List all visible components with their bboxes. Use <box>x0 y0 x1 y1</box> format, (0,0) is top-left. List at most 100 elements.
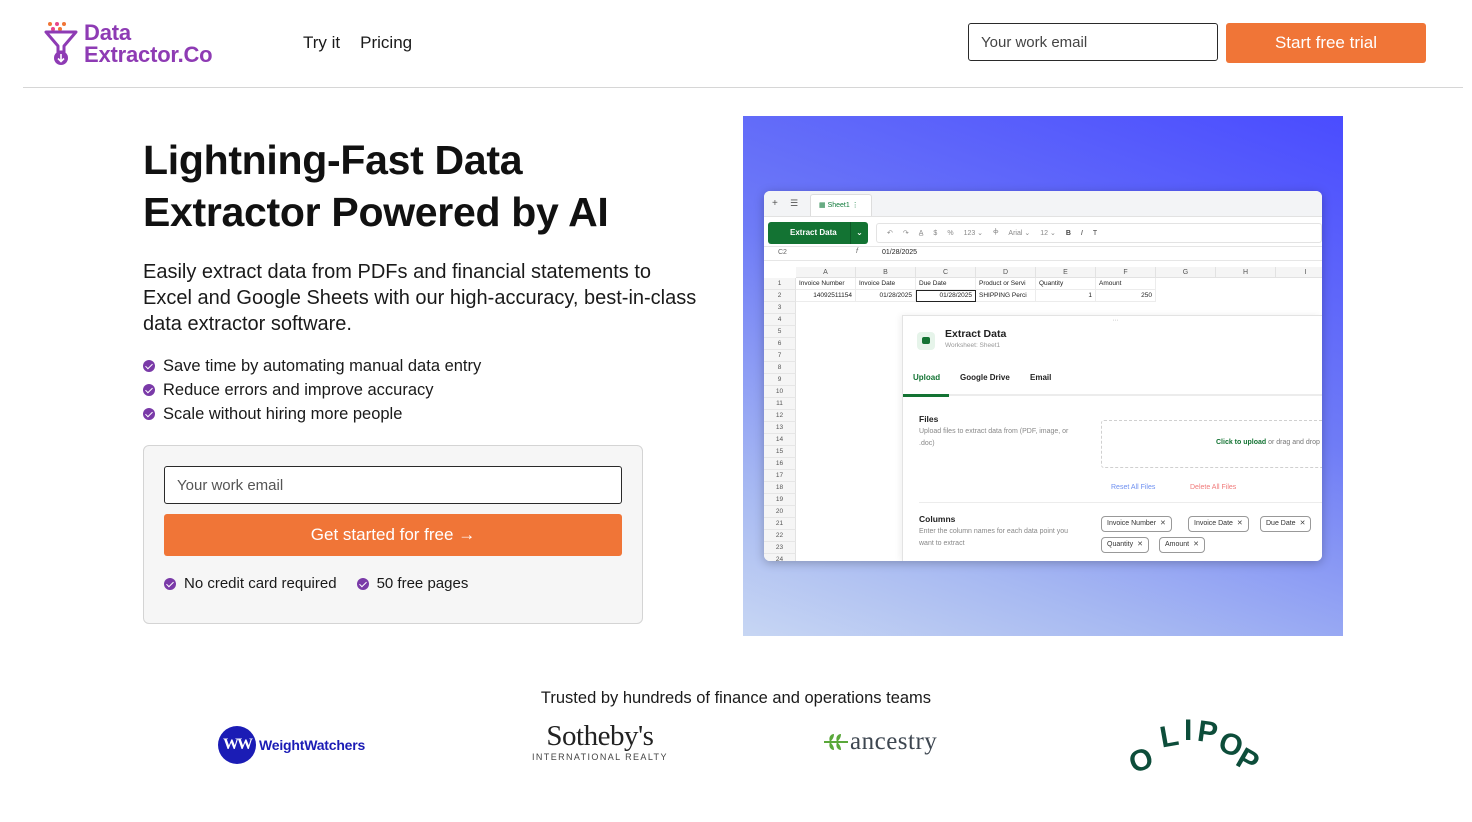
column-header: G <box>1156 267 1216 278</box>
sheet-cell: Invoice Number <box>796 278 856 290</box>
svg-text:P: P <box>1195 716 1219 750</box>
signup-email-input[interactable] <box>164 466 622 504</box>
row-header: 23 <box>764 542 796 554</box>
sheet-cell: 250 <box>1096 290 1156 302</box>
row-header: 6 <box>764 338 796 350</box>
italic-icon: I <box>1080 229 1083 237</box>
benefit-item: Save time by automating manual data entr… <box>143 354 481 378</box>
sheet-cell: Amount <box>1096 278 1156 290</box>
column-chip: Quantity ✕ <box>1101 537 1149 553</box>
row-header: 21 <box>764 518 796 530</box>
row-header: 4 <box>764 314 796 326</box>
column-header: B <box>856 267 916 278</box>
note-free-pages: 50 free pages <box>356 575 468 592</box>
tab-email: Email <box>1030 373 1052 382</box>
leaf-icon <box>822 731 850 753</box>
svg-text:I: I <box>1184 716 1192 747</box>
row-header: 22 <box>764 530 796 542</box>
extract-data-button: Extract Data ⌄ <box>768 222 868 244</box>
funnel-logo-icon <box>44 20 80 68</box>
reset-files-link: Reset All Files <box>1111 484 1156 491</box>
column-chip: Invoice Number ✕ <box>1101 516 1172 532</box>
sheet-cell: 01/28/2025 <box>916 290 976 302</box>
row-header: 11 <box>764 398 796 410</box>
ww-mark: WW <box>218 726 256 764</box>
upload-dropzone: Click to upload or drag and drop <box>1101 420 1322 468</box>
remove-icon: ✕ <box>1160 520 1166 527</box>
text-size-icon: T <box>1092 229 1098 237</box>
check-circle-icon <box>356 577 369 590</box>
trust-heading: Trusted by hundreds of finance and opera… <box>540 689 932 707</box>
column-chip: Due Date ✕ <box>1260 516 1312 532</box>
files-description: Upload files to extract data from (PDF, … <box>919 428 1069 447</box>
hero-subtitle: Easily extract data from PDFs and financ… <box>143 261 697 335</box>
hero-title: Lightning-Fast Data Extractor Powered by… <box>143 137 609 235</box>
remove-icon: ✕ <box>1299 520 1306 527</box>
redo-icon: ↷ <box>902 230 909 237</box>
font-select: Arial ⌄ <box>1008 230 1031 237</box>
currency-icon: $ <box>933 229 938 237</box>
robot-icon <box>917 332 935 350</box>
add-sheet-icon: + <box>772 198 778 209</box>
panel-tabs: Upload Google Drive Email <box>903 360 1322 397</box>
panel-title: Extract Data <box>945 328 1007 340</box>
sheet-cell: SHIPPING Perci <box>976 290 1036 302</box>
check-circle-icon <box>164 577 176 590</box>
row-header: 8 <box>764 362 796 374</box>
site-logo[interactable]: Data Extractor.Co <box>44 20 213 68</box>
signup-card: Get started for free → No credit card re… <box>143 445 643 624</box>
column-header: H <box>1216 267 1276 278</box>
start-free-trial-button[interactable]: Start free trial <box>1226 23 1426 63</box>
site-header: Data Extractor.Co Try it Pricing Start f… <box>0 0 1472 88</box>
nav-pricing[interactable]: Pricing <box>360 33 412 53</box>
panel-divider <box>919 502 1322 503</box>
olipop-logo: O L I P O P <box>1125 716 1265 776</box>
row-header: 9 <box>764 374 796 386</box>
active-tab-indicator <box>903 394 949 397</box>
remove-icon: ✕ <box>1236 520 1243 527</box>
note-no-credit-card: No credit card required <box>164 575 337 592</box>
header-divider <box>23 87 1463 88</box>
tab-google-drive: Google Drive <box>960 373 1010 382</box>
check-circle-icon <box>143 360 155 372</box>
column-header: D <box>976 267 1036 278</box>
cell-reference: C2 <box>778 249 787 256</box>
main-nav: Try it Pricing <box>303 33 412 53</box>
sheet-cell: Product or Servi <box>976 278 1036 290</box>
function-icon: f <box>856 248 858 255</box>
column-header: A <box>796 267 856 278</box>
sheet-tab-bar: + ☰ ▦ Sheet1 ⋮ <box>764 191 1322 217</box>
files-heading: Files <box>919 414 939 424</box>
ancestry-logo: ancestry <box>822 728 937 756</box>
extract-data-panel: ⋯ Extract Data Worksheet: Sheet1 Upload … <box>902 315 1322 561</box>
spreadsheet-mockup: + ☰ ▦ Sheet1 ⋮ Extract Data ⌄ ↶ ↷ A̲ $ %… <box>764 191 1322 561</box>
row-header: 14 <box>764 434 796 446</box>
nav-try-it[interactable]: Try it <box>303 33 340 53</box>
row-header: 20 <box>764 506 796 518</box>
remove-icon: ✕ <box>1193 541 1199 548</box>
delete-files-link: Delete All Files <box>1190 484 1237 491</box>
column-header: F <box>1096 267 1156 278</box>
row-header: 18 <box>764 482 796 494</box>
get-started-button[interactable]: Get started for free → <box>164 514 622 556</box>
sheet-cell: Quantity <box>1036 278 1096 290</box>
column-chip: Amount ✕ <box>1159 537 1205 553</box>
percent-icon: % <box>947 229 954 237</box>
remove-icon: ✕ <box>1137 541 1143 548</box>
check-circle-icon <box>143 384 155 396</box>
column-header: C <box>916 267 976 278</box>
sheet-toolbar: Extract Data ⌄ ↶ ↷ A̲ $ % 123 ⌄ Ⲫ Arial … <box>764 217 1322 247</box>
header-email-input[interactable] <box>968 23 1218 61</box>
sheet-cell: Due Date <box>916 278 976 290</box>
columns-description: Enter the column names for each data poi… <box>919 528 1069 547</box>
check-circle-icon <box>143 408 155 420</box>
text-color-icon: A̲ <box>918 229 924 237</box>
sheet-list-icon: ☰ <box>790 198 799 208</box>
row-header: 12 <box>764 410 796 422</box>
sheet-cell: 14092511154 <box>796 290 856 302</box>
row-header: 15 <box>764 446 796 458</box>
bold-icon: B <box>1065 229 1071 237</box>
benefit-item: Scale without hiring more people <box>143 402 481 426</box>
columns-heading: Columns <box>919 514 956 524</box>
svg-text:L: L <box>1157 719 1181 755</box>
